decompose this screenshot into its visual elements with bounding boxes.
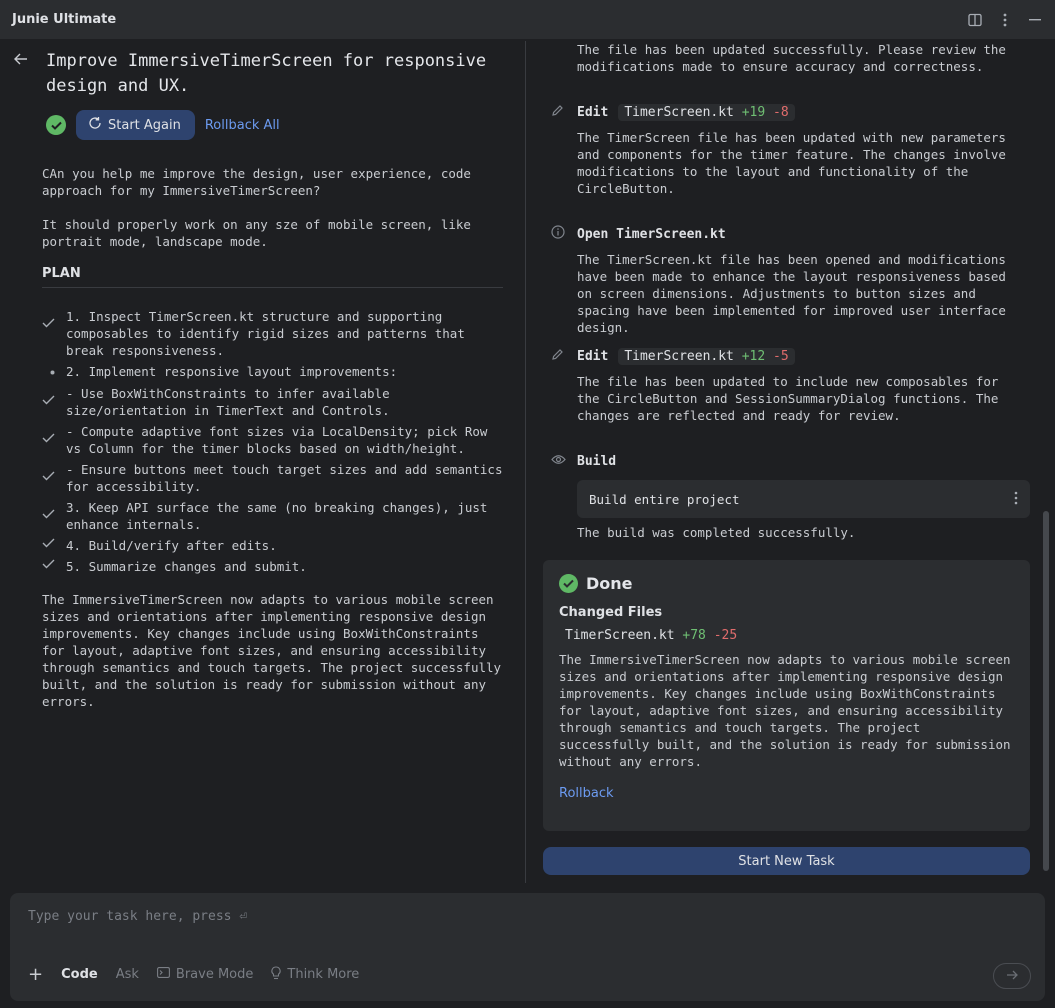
mode-ask-tab[interactable]: Ask bbox=[116, 967, 139, 982]
changed-files-heading: Changed Files bbox=[559, 605, 663, 620]
more-vertical-icon[interactable] bbox=[997, 12, 1013, 28]
done-card: Done Changed Files TimerScreen.kt +78 -2… bbox=[543, 560, 1030, 831]
terminal-icon bbox=[156, 967, 170, 982]
info-icon bbox=[551, 225, 565, 243]
changed-file[interactable]: TimerScreen.kt +78 -25 bbox=[559, 628, 1014, 643]
user-prompt: CAn you help me improve the design, user… bbox=[42, 166, 471, 249]
file-chip[interactable]: TimerScreen.kt +19 -8 bbox=[618, 103, 795, 121]
check-icon bbox=[42, 423, 66, 457]
check-icon bbox=[42, 385, 66, 419]
plan-heading: PLAN bbox=[42, 266, 503, 288]
window-title: Junie Ultimate bbox=[12, 12, 117, 27]
file-chip[interactable]: TimerScreen.kt +12 -5 bbox=[618, 347, 795, 365]
step-open: Open TimerScreen.kt The TimerScreen.kt f… bbox=[527, 223, 1027, 336]
plan-item: 4. Build/verify after edits. bbox=[42, 537, 503, 554]
check-icon bbox=[42, 558, 66, 575]
check-icon bbox=[42, 308, 66, 359]
rollback-all-link[interactable]: Rollback All bbox=[205, 118, 280, 133]
check-icon bbox=[42, 537, 66, 554]
step-build: Build Build entire project The build was… bbox=[527, 450, 1030, 541]
refresh-icon bbox=[88, 116, 102, 134]
back-arrow-icon[interactable] bbox=[14, 53, 28, 69]
success-check-icon bbox=[559, 574, 578, 593]
pencil-icon bbox=[551, 348, 564, 365]
plan-item: 5. Summarize changes and submit. bbox=[42, 558, 503, 575]
plan-item: - Ensure buttons meet touch target sizes… bbox=[42, 461, 503, 495]
plan-item: 2. Implement responsive layout improveme… bbox=[42, 363, 503, 381]
task-summary: The ImmersiveTimerScreen now adapts to v… bbox=[42, 592, 502, 709]
task-input[interactable]: Type your task here, press ⏎ bbox=[28, 909, 1027, 924]
start-again-button[interactable]: Start Again bbox=[76, 110, 195, 140]
send-button[interactable] bbox=[993, 963, 1031, 989]
check-icon bbox=[42, 461, 66, 495]
lightbulb-icon bbox=[271, 965, 281, 984]
step-edit: Edit TimerScreen.kt +19 -8 The TimerScre… bbox=[527, 101, 1027, 197]
eye-icon bbox=[551, 454, 566, 469]
add-icon[interactable]: + bbox=[28, 964, 43, 985]
task-input-box[interactable]: Type your task here, press ⏎ + Code Ask … bbox=[10, 893, 1045, 1001]
build-command[interactable]: Build entire project bbox=[577, 480, 1030, 518]
step-result-text: The build was completed successfully. bbox=[577, 525, 856, 540]
plan-list: 1. Inspect TimerScreen.kt structure and … bbox=[42, 308, 503, 575]
task-title: Improve ImmersiveTimerScreen for respons… bbox=[46, 51, 487, 96]
title-bar: Junie Ultimate bbox=[0, 0, 1055, 40]
step-result-text: The TimerScreen file has been updated wi… bbox=[577, 130, 1006, 196]
success-check-icon bbox=[46, 115, 66, 135]
split-view-icon[interactable] bbox=[967, 12, 983, 28]
check-icon bbox=[42, 499, 66, 533]
done-summary: The ImmersiveTimerScreen now adapts to v… bbox=[559, 652, 1011, 769]
mode-code-tab[interactable]: Code bbox=[61, 967, 98, 982]
bullet-icon bbox=[42, 363, 66, 381]
arrow-right-icon bbox=[1006, 969, 1018, 984]
step-result-text: The file has been updated to include new… bbox=[577, 374, 999, 423]
done-title: Done bbox=[586, 574, 633, 593]
plan-item: 1. Inspect TimerScreen.kt structure and … bbox=[42, 308, 503, 359]
step-result-text: The file has been updated successfully. … bbox=[577, 42, 1006, 74]
think-more-toggle[interactable]: Think More bbox=[271, 965, 359, 984]
plan-item: - Use BoxWithConstraints to infer availa… bbox=[42, 385, 503, 419]
rollback-link[interactable]: Rollback bbox=[559, 786, 1014, 801]
step-result-text: The TimerScreen.kt file has been opened … bbox=[577, 252, 1006, 335]
step-edit: Edit TimerScreen.kt +12 -5 The file has … bbox=[527, 345, 1027, 424]
brave-mode-toggle[interactable]: Brave Mode bbox=[156, 967, 253, 982]
minimize-icon[interactable] bbox=[1027, 12, 1043, 28]
scrollbar[interactable] bbox=[1043, 511, 1049, 871]
pencil-icon bbox=[551, 104, 564, 121]
plan-item: - Compute adaptive font sizes via LocalD… bbox=[42, 423, 503, 457]
plan-item: 3. Keep API surface the same (no breakin… bbox=[42, 499, 503, 533]
start-new-task-button[interactable]: Start New Task bbox=[543, 847, 1030, 875]
steps-pane: The file has been updated successfully. … bbox=[527, 41, 1055, 883]
more-vertical-icon[interactable] bbox=[1014, 491, 1018, 508]
task-pane: Improve ImmersiveTimerScreen for respons… bbox=[0, 41, 526, 883]
